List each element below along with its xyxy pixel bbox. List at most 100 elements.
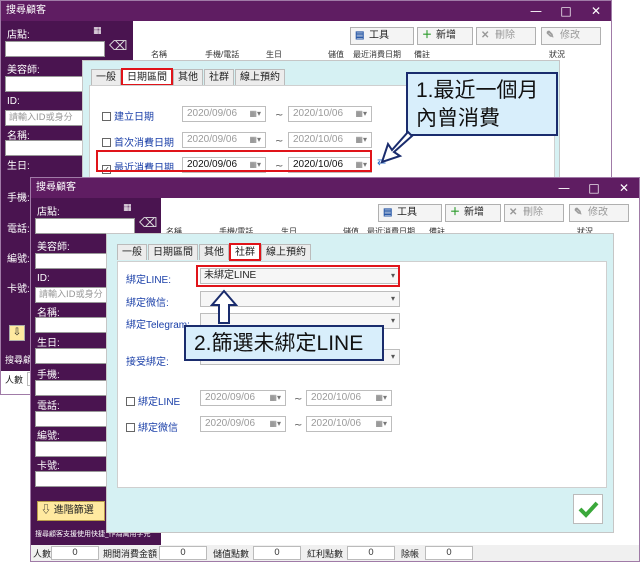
calendar-icon: ▦▾ <box>355 109 367 118</box>
created-date-to[interactable]: 2020/10/06 ▦▾ <box>288 106 372 122</box>
first-visit-checkbox[interactable] <box>102 138 111 147</box>
callout-recent-month: 1.最近一個月 內曾消費 <box>406 72 558 136</box>
edit-button[interactable]: ✎ 修改 <box>569 204 629 222</box>
status-value-credit: 0 <box>253 546 301 560</box>
created-date-label: 建立日期 <box>114 112 154 123</box>
first-visit-from-value: 2020/09/06 <box>187 134 238 145</box>
line-bind-date-to-value: 2020/10/06 <box>311 392 362 403</box>
first-visit-from[interactable]: 2020/09/06 ▦▾ <box>182 132 266 148</box>
close-button[interactable]: ✕ <box>609 178 639 198</box>
line-bind-date-row[interactable]: 綁定LINE <box>126 393 180 408</box>
store-select[interactable] <box>5 41 105 57</box>
chevron-down-icon: ▾ <box>390 352 395 361</box>
tools-button[interactable]: ▤ 工具 <box>378 204 442 222</box>
delete-label: 刪除 <box>495 30 515 41</box>
line-bind-date-from[interactable]: 2020/09/06 ▦▾ <box>200 390 286 406</box>
tilde: ~ <box>294 394 303 405</box>
edit-button[interactable]: ✎ 修改 <box>541 27 601 45</box>
line-bind-date-checkbox[interactable] <box>126 397 135 406</box>
beautician-label: 美容師: <box>37 242 70 253</box>
tab-social[interactable]: 社群 <box>204 69 234 85</box>
birthday-label: 生日: <box>7 161 30 172</box>
calendar-icon: ▦▾ <box>269 393 281 402</box>
wechat-bind-date-row[interactable]: 綁定微信 <box>126 419 178 434</box>
tab-online-booking[interactable]: 線上預約 <box>261 244 311 260</box>
callout-1-arrow <box>380 130 414 164</box>
tab-online-booking[interactable]: 線上預約 <box>235 69 285 85</box>
broom-icon[interactable]: ⌫ <box>109 39 127 54</box>
callout-2-arrow <box>210 289 238 324</box>
tools-button[interactable]: ▤ 工具 <box>350 27 414 45</box>
tilde: ~ <box>294 420 303 431</box>
status-bar: 人數 0 期間消費金額 0 儲值點數 0 紅利點數 0 除帳 0 <box>31 545 639 561</box>
tools-label: 工具 <box>369 30 389 41</box>
wechat-bind-date-to-value: 2020/10/06 <box>311 418 362 429</box>
maximize-button[interactable]: □ <box>551 1 581 21</box>
pencil-icon: ✎ <box>574 207 583 218</box>
delete-button[interactable]: ✕ 刪除 <box>476 27 536 45</box>
last-visit-highlight <box>96 150 372 172</box>
id-label: ID: <box>7 96 20 107</box>
created-date-checkbox[interactable] <box>102 112 111 121</box>
add-button[interactable]: ＋ 新增 <box>417 27 473 45</box>
line-bind-date-label: 綁定LINE <box>138 397 181 408</box>
calendar-icon: ▦▾ <box>375 419 387 428</box>
maximize-button[interactable]: □ <box>579 178 609 198</box>
id-label: ID: <box>37 273 50 284</box>
callout-1-line1: 1.最近一個月 <box>416 79 539 102</box>
plus-icon: ＋ <box>450 207 460 218</box>
first-visit-row[interactable]: 首次消費日期 <box>102 134 174 149</box>
broom-icon[interactable]: ⌫ <box>139 216 157 231</box>
advanced-filter-label: 進階篩選 <box>53 505 94 516</box>
beautician-label: 美容師: <box>7 65 40 76</box>
close-button[interactable]: ✕ <box>581 1 611 21</box>
calendar-icon: ▦▾ <box>249 135 261 144</box>
store-select[interactable] <box>35 218 135 234</box>
status-value-spend: 0 <box>159 546 207 560</box>
line-bind-date-to[interactable]: 2020/10/06 ▦▾ <box>306 390 392 406</box>
tab-general[interactable]: 一般 <box>117 244 147 260</box>
advanced-filter-button[interactable]: ⇩ 進階篩選 <box>37 501 105 521</box>
wechat-bind-label: 綁定微信: <box>126 298 169 309</box>
created-date-from[interactable]: 2020/09/06 ▦▾ <box>182 106 266 122</box>
card-label: 卡號: <box>37 461 60 472</box>
store-label: 店點: <box>37 207 60 218</box>
plus-icon: ＋ <box>422 30 432 41</box>
minimize-button[interactable]: — <box>549 178 579 198</box>
created-date-from-value: 2020/09/06 <box>187 108 238 119</box>
calendar-icon: ▦▾ <box>375 393 387 402</box>
edit-label: 修改 <box>588 207 608 218</box>
palette-icon[interactable]: ▦ <box>93 26 102 36</box>
calendar-icon: ▦▾ <box>269 419 281 428</box>
minimize-button[interactable]: — <box>521 1 551 21</box>
created-date-row[interactable]: 建立日期 <box>102 108 154 123</box>
wechat-bind-date-from[interactable]: 2020/09/06 ▦▾ <box>200 416 286 432</box>
status-value-bonus: 0 <box>347 546 395 560</box>
confirm-button[interactable] <box>573 494 603 524</box>
tilde: ~ <box>275 136 284 147</box>
chevron-down-icon: ▾ <box>390 316 395 325</box>
tab-other[interactable]: 其他 <box>199 244 229 260</box>
first-visit-to[interactable]: 2020/10/06 ▦▾ <box>288 132 372 148</box>
tools-icon: ▤ <box>383 207 393 218</box>
delete-button[interactable]: ✕ 刪除 <box>504 204 564 222</box>
tab-general[interactable]: 一般 <box>91 69 121 85</box>
callout-1-line2: 內曾消費 <box>416 107 500 130</box>
advanced-filter-icon[interactable]: ⇩ <box>9 325 25 341</box>
chevron-down-icon: ▾ <box>390 294 395 303</box>
add-button[interactable]: ＋ 新增 <box>445 204 501 222</box>
store-label: 店點: <box>7 30 30 41</box>
edit-label: 修改 <box>560 30 580 41</box>
tab-date-range[interactable]: 日期區間 <box>121 68 173 86</box>
phone-label: 手機: <box>37 370 60 381</box>
front-window-title: 搜尋顧客 <box>36 182 76 193</box>
status-value-writeoff: 0 <box>425 546 473 560</box>
wechat-bind-date-checkbox[interactable] <box>126 423 135 432</box>
tab-other[interactable]: 其他 <box>173 69 203 85</box>
palette-icon[interactable]: ▦ <box>123 203 132 213</box>
wechat-bind-date-to[interactable]: 2020/10/06 ▦▾ <box>306 416 392 432</box>
tab-social[interactable]: 社群 <box>229 243 261 261</box>
status-label-writeoff: 除帳 <box>401 549 420 559</box>
back-tab-strip: 一般 日期區間 其他 社群 線上預約 <box>91 68 286 86</box>
tab-date-range[interactable]: 日期區間 <box>148 244 198 260</box>
